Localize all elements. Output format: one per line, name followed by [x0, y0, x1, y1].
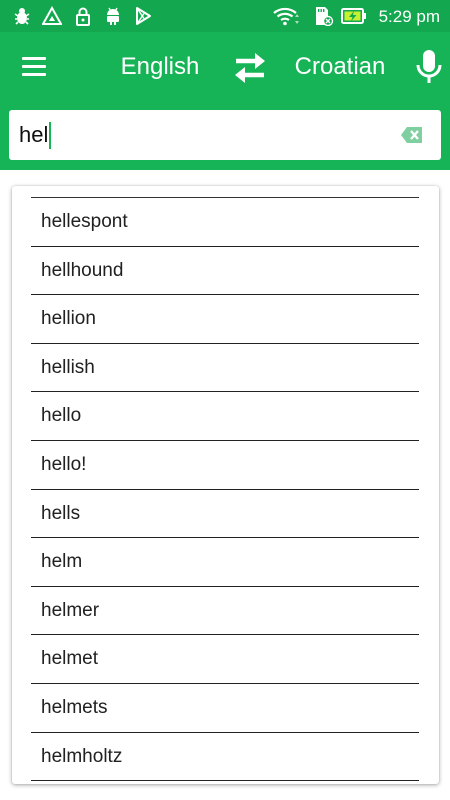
- suggestion-label: helmer: [41, 599, 100, 621]
- text-caret: [49, 122, 51, 149]
- battery-charging-icon: [341, 8, 366, 24]
- app-bar: English Croatian hel: [0, 32, 450, 170]
- suggestion-item[interactable]: helmets: [12, 684, 439, 733]
- target-language-selector[interactable]: Croatian: [282, 51, 398, 83]
- suggestion-label: hells: [41, 502, 81, 524]
- suggestion-label: hellespont: [41, 211, 128, 232]
- suggestions-dropdown: hellespont hellhound hellion hellish hello he…: [12, 186, 439, 784]
- status-time: 5:29 pm: [378, 7, 440, 26]
- suggestion-label: hello!: [41, 453, 87, 475]
- suggestion-label: helmet: [41, 648, 99, 670]
- suggestion-item[interactable]: hells: [12, 490, 439, 539]
- lock-icon: [76, 7, 90, 26]
- android-icon: [107, 7, 119, 25]
- suggestion-item[interactable]: hellion: [12, 295, 439, 344]
- suggestion-label: hellish: [41, 356, 95, 378]
- play-store-icon: [136, 7, 151, 25]
- suggestion-item[interactable]: helmholtz: [12, 733, 439, 782]
- suggestion-label: hello: [41, 405, 82, 427]
- suggestion-label: helm: [41, 551, 83, 573]
- suggestion-item[interactable]: hellish: [12, 344, 439, 393]
- warning-icon: [42, 6, 62, 25]
- suggestion-item[interactable]: hellhound: [12, 247, 439, 296]
- swap-arrows-icon[interactable]: [231, 50, 269, 86]
- suggestion-item[interactable]: helmet: [12, 635, 439, 684]
- suggestion-item[interactable]: helm: [12, 538, 439, 587]
- search-input[interactable]: hel: [19, 110, 48, 160]
- wifi-icon: [273, 7, 299, 26]
- bug-icon: [14, 8, 30, 25]
- suggestion-item[interactable]: hellespont: [12, 198, 439, 247]
- suggestion-label: helmets: [41, 696, 108, 718]
- sd-card-icon: [316, 7, 334, 26]
- hamburger-menu-icon[interactable]: [20, 52, 50, 82]
- suggestion-list: hellespont hellhound hellion hellish hello he…: [12, 198, 439, 782]
- suggestion-item[interactable]: helmer: [12, 587, 439, 636]
- suggestion-item[interactable]: hello!: [12, 441, 439, 490]
- suggestion-label: hellhound: [41, 259, 124, 281]
- source-language-selector[interactable]: English: [100, 51, 220, 83]
- suggestion-label: helmholtz: [41, 745, 123, 767]
- search-box: hel: [9, 110, 441, 160]
- microphone-icon[interactable]: [412, 48, 446, 86]
- suggestion-label: hellion: [41, 308, 96, 330]
- suggestion-item[interactable]: hello: [12, 392, 439, 441]
- translator-screen: 5:29 pm English Croatian hel hellespont …: [0, 0, 450, 800]
- status-bar: 5:29 pm: [0, 0, 450, 32]
- backspace-clear-icon[interactable]: [400, 125, 424, 145]
- divider: [31, 780, 419, 782]
